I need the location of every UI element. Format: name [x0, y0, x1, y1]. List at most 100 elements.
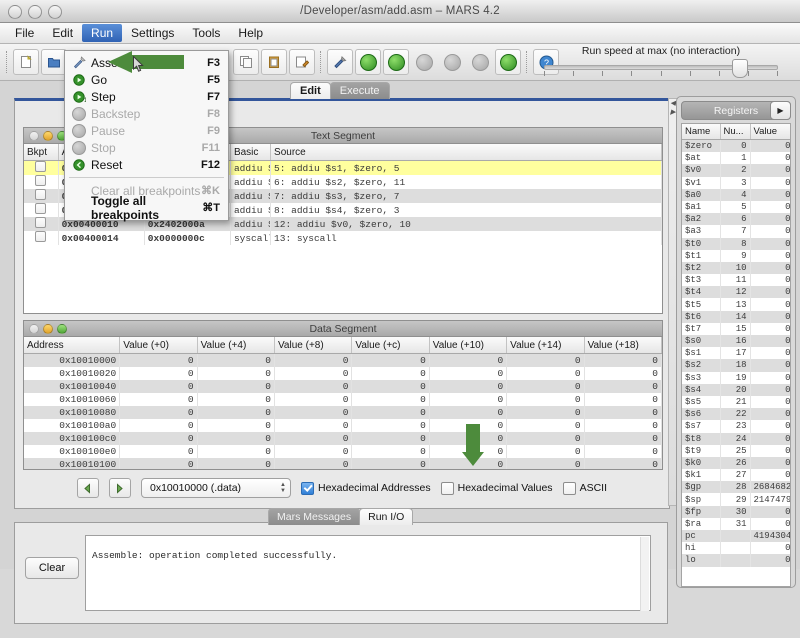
register-value[interactable]: 0 [750, 322, 790, 335]
menu-tools[interactable]: Tools [183, 24, 229, 42]
col-basic[interactable]: Basic [230, 144, 272, 161]
register-value[interactable]: 0 [750, 152, 790, 165]
table-row[interactable]: $t3 11 0 [682, 274, 790, 287]
table-row[interactable]: $t8 24 0 [682, 432, 790, 445]
menu-item-step[interactable]: 1 Step F7 [65, 88, 228, 105]
checkbox-box[interactable] [35, 231, 47, 242]
register-value[interactable]: 0 [750, 225, 790, 238]
register-value[interactable]: 0 [750, 200, 790, 214]
menu-item-toggle-all-breakpoints[interactable]: Toggle all breakpoints ⌘T [65, 194, 228, 222]
breakpoint-checkbox[interactable] [24, 189, 59, 203]
value-cell[interactable]: 0 [119, 380, 198, 393]
register-value[interactable]: 0 [750, 432, 790, 445]
value-cell[interactable]: 0 [197, 393, 276, 406]
checkbox-box[interactable] [562, 481, 576, 495]
value-cell[interactable]: 0 [351, 353, 430, 367]
tab-edit[interactable]: Edit [290, 82, 331, 99]
value-cell[interactable]: 0 [119, 353, 198, 367]
value-cell[interactable]: 0 [506, 367, 585, 380]
value-cell[interactable]: 0 [506, 380, 585, 393]
register-value[interactable]: 0 [750, 469, 790, 482]
hexadecimal-values-checkbox[interactable]: Hexadecimal Values [440, 481, 553, 495]
register-value[interactable]: 0 [750, 164, 790, 177]
find-replace-icon[interactable] [289, 49, 315, 75]
checkbox-box[interactable] [440, 481, 454, 495]
register-value[interactable]: 0 [750, 456, 790, 470]
value-cell[interactable]: 0 [506, 432, 585, 445]
value-cell[interactable]: 0 [506, 419, 585, 432]
data-segment-window-controls[interactable] [29, 324, 67, 334]
register-value[interactable]: 0 [750, 188, 790, 201]
checkbox-box[interactable] [35, 189, 47, 200]
value-cell[interactable]: 0 [197, 458, 276, 469]
value-cell[interactable]: 0 [429, 353, 508, 367]
hexadecimal-addresses-checkbox[interactable]: Hexadecimal Addresses [300, 481, 431, 495]
value-cell[interactable]: 0 [351, 393, 430, 406]
table-row[interactable]: $a0 4 0 [682, 188, 790, 201]
step-icon[interactable] [383, 49, 409, 75]
value-cell[interactable]: 0 [584, 406, 662, 419]
clear-button[interactable]: Clear [25, 557, 79, 579]
value-cell[interactable]: 0 [351, 367, 430, 380]
value-cell[interactable]: 0 [197, 406, 276, 419]
assemble-icon[interactable] [327, 49, 353, 75]
col-name[interactable]: Name [682, 124, 721, 140]
value-cell[interactable]: 0 [119, 458, 198, 469]
checkbox-box[interactable] [35, 217, 47, 228]
table-row[interactable]: hi 0 [682, 542, 790, 555]
breakpoint-checkbox[interactable] [24, 160, 59, 175]
value-cell[interactable]: 0 [584, 353, 662, 367]
register-value[interactable]: 0 [750, 237, 790, 250]
value-cell[interactable]: 0 [274, 367, 353, 380]
run-icon[interactable] [355, 49, 381, 75]
menu-settings[interactable]: Settings [122, 24, 183, 42]
table-row[interactable]: $v0 2 0 [682, 164, 790, 177]
tab-mars-messages[interactable]: Mars Messages [268, 508, 361, 525]
register-value[interactable]: 0 [750, 274, 790, 287]
table-row[interactable]: 0x10010060 0 0 0 0 0 0 0 [24, 393, 662, 406]
value-cell[interactable]: 0 [274, 406, 353, 419]
table-row[interactable]: $s7 23 0 [682, 420, 790, 433]
register-value[interactable]: 2147479548 [750, 493, 790, 506]
breakpoint-checkbox[interactable] [24, 203, 59, 217]
value-cell[interactable]: 0 [274, 353, 353, 367]
register-value[interactable]: 0 [750, 298, 790, 311]
menu-item-reset[interactable]: Reset F12 [65, 156, 228, 173]
value-cell[interactable]: 0 [197, 353, 276, 367]
value-cell[interactable]: 0 [119, 406, 198, 419]
new-file-icon[interactable] [13, 49, 39, 75]
value-cell[interactable]: 0 [197, 445, 276, 458]
value-cell[interactable]: 0 [506, 458, 585, 469]
table-row[interactable]: 0x10010100 0 0 0 0 0 0 0 [24, 458, 662, 469]
register-value[interactable]: 0 [750, 408, 790, 421]
text-segment-window-controls[interactable] [29, 131, 67, 141]
value-cell[interactable]: 0 [429, 393, 508, 406]
register-value[interactable]: 0 [750, 505, 790, 518]
table-row[interactable]: $t6 14 0 [682, 310, 790, 323]
value-cell[interactable]: 0 [197, 367, 276, 380]
registers-expand-button[interactable]: ▶ [770, 101, 791, 120]
value-cell[interactable]: 0 [274, 458, 353, 469]
table-row[interactable]: $t0 8 0 [682, 237, 790, 250]
breakpoint-checkbox[interactable] [24, 175, 59, 189]
value-cell[interactable]: 0 [274, 419, 353, 432]
value-cell[interactable]: 0 [197, 380, 276, 393]
register-value[interactable]: 0 [750, 554, 790, 567]
register-value[interactable]: 0 [750, 395, 790, 409]
table-row[interactable]: $zero 0 0 [682, 139, 790, 153]
register-value[interactable]: 268468224 [750, 481, 790, 494]
value-cell[interactable]: 0 [584, 367, 662, 380]
data-segment-body[interactable]: Address Value (+0) Value (+4) Value (+8)… [24, 337, 662, 469]
value-cell[interactable]: 0 [584, 445, 662, 458]
window-controls[interactable] [8, 5, 62, 19]
table-row[interactable]: 0x10010020 0 0 0 0 0 0 0 [24, 367, 662, 380]
register-value[interactable]: 0 [750, 359, 790, 372]
table-row[interactable]: $s1 17 0 [682, 347, 790, 360]
col-bkpt[interactable]: Bkpt [24, 144, 59, 161]
table-row[interactable]: 0x100100c0 0 0 0 0 0 0 0 [24, 432, 662, 445]
value-cell[interactable]: 0 [584, 393, 662, 406]
table-row[interactable]: $a1 5 0 [682, 200, 790, 214]
table-row[interactable]: $fp 30 0 [682, 505, 790, 518]
register-value[interactable]: 0 [750, 517, 790, 530]
table-row[interactable]: $s2 18 0 [682, 359, 790, 372]
